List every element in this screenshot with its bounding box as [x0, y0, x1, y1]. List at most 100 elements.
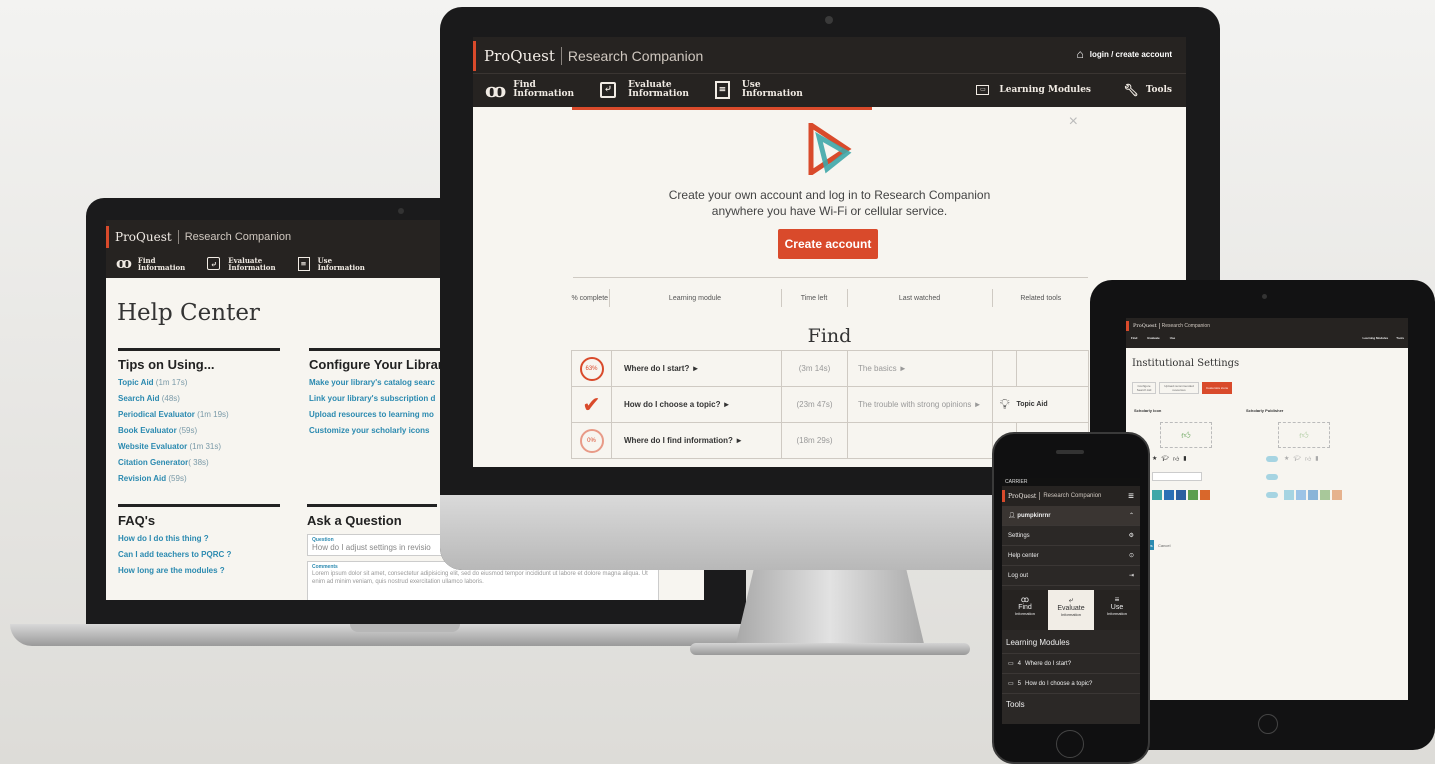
nav-find[interactable]: ꝏ Find Information	[485, 80, 574, 100]
star-icon[interactable]: ★	[1284, 455, 1289, 463]
cancel-link[interactable]: Cancel	[1158, 543, 1170, 548]
star-icon[interactable]: ★	[1152, 455, 1157, 463]
tip-link[interactable]: Periodical Evaluator (1m 19s)	[118, 410, 280, 419]
last-watched-link[interactable]: The basics ►	[847, 350, 993, 387]
user-row[interactable]: 👤︎ pumpkinrnr ⌃	[1002, 506, 1140, 526]
icon-choices: ★ 🎓︎ 👍︎ ▮	[1152, 455, 1187, 463]
nav-evaluate[interactable]: Evaluate	[1147, 336, 1159, 340]
color-swatch[interactable]	[1332, 490, 1342, 500]
faq-link[interactable]: Can I add teachers to PQRC ?	[118, 550, 280, 559]
question-field[interactable]: Question How do I adjust settings in rev…	[307, 534, 442, 556]
module-link[interactable]: Where do I start? ►	[611, 350, 782, 387]
faq-link[interactable]: How long are the modules ?	[118, 566, 280, 575]
tips-section: Tips on Using... Topic Aid (1m 17s) Sear…	[118, 348, 280, 490]
phone-brand[interactable]: ProQuest Research Companion	[1002, 490, 1101, 502]
create-account-button[interactable]: Create account	[778, 229, 878, 259]
nav-use[interactable]: Use	[1170, 336, 1176, 340]
color-swatch[interactable]	[1296, 490, 1306, 500]
module-link[interactable]: How do I choose a topic? ►	[611, 386, 782, 423]
module-item[interactable]: ▭ 4 Where do I start?	[1002, 654, 1140, 674]
toggle-switch[interactable]	[1266, 456, 1278, 462]
tablet-home-button[interactable]	[1258, 714, 1278, 734]
configure-link[interactable]: Customize your scholarly icons	[309, 426, 449, 435]
table-row[interactable]: 63% Where do I start? ► (3m 14s) The bas…	[571, 350, 1089, 387]
nav-learning-modules[interactable]: ▭ Learning Modules	[976, 85, 1091, 95]
tips-heading: Tips on Using...	[118, 348, 280, 372]
configure-link[interactable]: Make your library's catalog searc	[309, 378, 449, 387]
color-swatch[interactable]	[1152, 490, 1162, 500]
user-icon: 👤︎	[1008, 513, 1016, 519]
thumbs-up-icon[interactable]: 👍︎	[1173, 455, 1179, 463]
login-link[interactable]: ⌂ login / create account	[1077, 47, 1173, 61]
menu-log-out[interactable]: Log out ⇥	[1002, 566, 1140, 586]
tab-evaluate[interactable]: ⤶ Evaluate Information	[1048, 590, 1094, 630]
tablet-camera	[1262, 294, 1267, 299]
color-swatch[interactable]	[1188, 490, 1198, 500]
research-companion-logo	[808, 123, 852, 175]
toggle-switch[interactable]	[1266, 492, 1278, 498]
phone-home-button[interactable]	[1056, 730, 1084, 758]
last-watched-link[interactable]: The trouble with strong opinions ►	[847, 386, 993, 423]
configure-link[interactable]: Link your library's subscription d	[309, 394, 449, 403]
thumbs-up-icon[interactable]: 👍︎	[1278, 422, 1330, 448]
binoculars-icon: ꝏ	[116, 254, 132, 272]
configure-link[interactable]: Upload resources to learning mo	[309, 410, 449, 419]
color-swatch[interactable]	[1284, 490, 1294, 500]
thumbs-up-icon[interactable]: 👍︎	[1305, 455, 1311, 463]
tab-configure[interactable]: Configure Search Aid	[1132, 382, 1156, 394]
menu-help-center[interactable]: Help center ⊙	[1002, 546, 1140, 566]
nav-learning-modules[interactable]: Learning Modules	[1363, 336, 1389, 340]
bookmark-icon[interactable]: ▮	[1183, 455, 1186, 463]
nav-evaluate[interactable]: ⤶ Evaluate Information	[600, 81, 689, 99]
module-item[interactable]: ▭ 5 How do I choose a topic?	[1002, 674, 1140, 694]
tablet-screen: ProQuest Research Companion Find Evaluat…	[1126, 318, 1408, 700]
color-swatch[interactable]	[1164, 490, 1174, 500]
tab-find[interactable]: ꝏ Find Information	[1002, 590, 1048, 630]
tip-link[interactable]: Website Evaluator (1m 31s)	[118, 442, 280, 451]
toggle-switch[interactable]	[1266, 474, 1278, 480]
graduation-icon[interactable]: 🎓︎	[1161, 455, 1169, 463]
table-row[interactable]: ✔ How do I choose a topic? ► (23m 47s) T…	[571, 386, 1089, 423]
color-swatch[interactable]	[1308, 490, 1318, 500]
col-time-left: Time left	[781, 289, 848, 307]
help-icon: ⊙	[1128, 553, 1134, 559]
laptop-brand[interactable]: ProQuest Research Companion	[106, 226, 291, 248]
nav-use[interactable]: ≡ Use Information	[714, 81, 803, 99]
nav-find[interactable]: Find	[1131, 336, 1137, 340]
tip-link[interactable]: Topic Aid (1m 17s)	[118, 378, 280, 387]
tip-link[interactable]: Book Evaluator (59s)	[118, 426, 280, 435]
tab-use[interactable]: ≡ Use Information	[1094, 590, 1140, 630]
nav-use[interactable]: ≡ Use Information	[297, 256, 365, 271]
color-swatch[interactable]	[1200, 490, 1210, 500]
close-icon[interactable]: ×	[1069, 113, 1078, 131]
topic-aid-link[interactable]: Topic Aid	[1016, 386, 1089, 423]
brand-product: Research Companion	[184, 231, 292, 243]
tab-customize[interactable]: Customize icons	[1202, 382, 1232, 394]
binoculars-icon: ꝏ	[485, 78, 507, 102]
faq-link[interactable]: How do I do this thing ?	[118, 534, 280, 543]
gear-icon: ⚙	[1128, 533, 1134, 539]
color-swatch[interactable]	[1176, 490, 1186, 500]
tip-link[interactable]: Citation Generator( 38s)	[118, 458, 280, 467]
nav-tools[interactable]: 🔧︎ Tools	[1124, 84, 1172, 96]
nav-tools[interactable]: Tools	[1396, 336, 1404, 340]
tip-link[interactable]: Search Aid (48s)	[118, 394, 280, 403]
bookmark-icon[interactable]: ▮	[1315, 455, 1318, 463]
color-swatch[interactable]	[1320, 490, 1330, 500]
nav-evaluate[interactable]: ⤶ Evaluate Information	[207, 257, 276, 271]
hamburger-menu-icon[interactable]: ≡	[1128, 491, 1134, 502]
graduation-icon[interactable]: 🎓︎	[1293, 455, 1301, 463]
tablet-brand[interactable]: ProQuest Research Companion	[1126, 321, 1210, 331]
faq-section: FAQ's How do I do this thing ? Can I add…	[118, 504, 280, 582]
label-input[interactable]	[1152, 472, 1202, 481]
tab-upload[interactable]: Upload recommended resources	[1159, 382, 1199, 394]
thumbs-up-icon[interactable]: 👍︎	[1160, 422, 1212, 448]
tip-link[interactable]: Revision Aid (59s)	[118, 474, 280, 483]
monitor-stand	[735, 568, 925, 648]
nav-find[interactable]: ꝏ Find Information	[116, 256, 185, 271]
monitor-brand[interactable]: ProQuest Research Companion	[473, 41, 703, 71]
module-link[interactable]: Where do I find information? ►	[611, 422, 782, 459]
laptop-nav: ꝏ Find Information ⤶ Evaluate Information …	[116, 256, 365, 271]
menu-settings[interactable]: Settings ⚙	[1002, 526, 1140, 546]
monitor-header: ProQuest Research Companion ⌂ login / cr…	[473, 37, 1186, 107]
